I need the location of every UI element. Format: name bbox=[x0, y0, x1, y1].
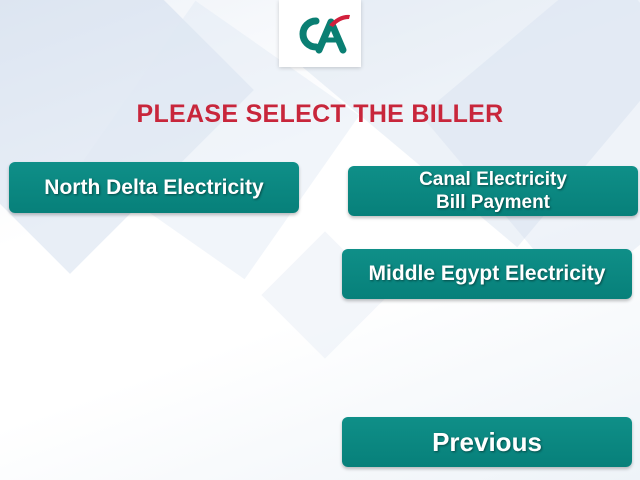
button-label: Previous bbox=[432, 426, 542, 457]
button-label: North Delta Electricity bbox=[44, 175, 264, 199]
north-delta-electricity-button[interactable]: North Delta Electricity bbox=[9, 162, 299, 213]
bank-logo bbox=[279, 0, 361, 67]
previous-button[interactable]: Previous bbox=[342, 417, 632, 467]
button-label-line2: Bill Payment bbox=[435, 192, 551, 213]
background-shape bbox=[0, 0, 254, 274]
button-label-line1: Canal Electricity bbox=[419, 169, 567, 190]
ca-logo-icon bbox=[299, 14, 350, 53]
button-label: Middle Egypt Electricity bbox=[368, 262, 606, 285]
canal-electricity-button[interactable]: Canal Electricity Bill Payment bbox=[348, 166, 638, 216]
page-title: PLEASE SELECT THE BILLER bbox=[136, 100, 504, 128]
middle-egypt-electricity-button[interactable]: Middle Egypt Electricity bbox=[342, 249, 632, 299]
